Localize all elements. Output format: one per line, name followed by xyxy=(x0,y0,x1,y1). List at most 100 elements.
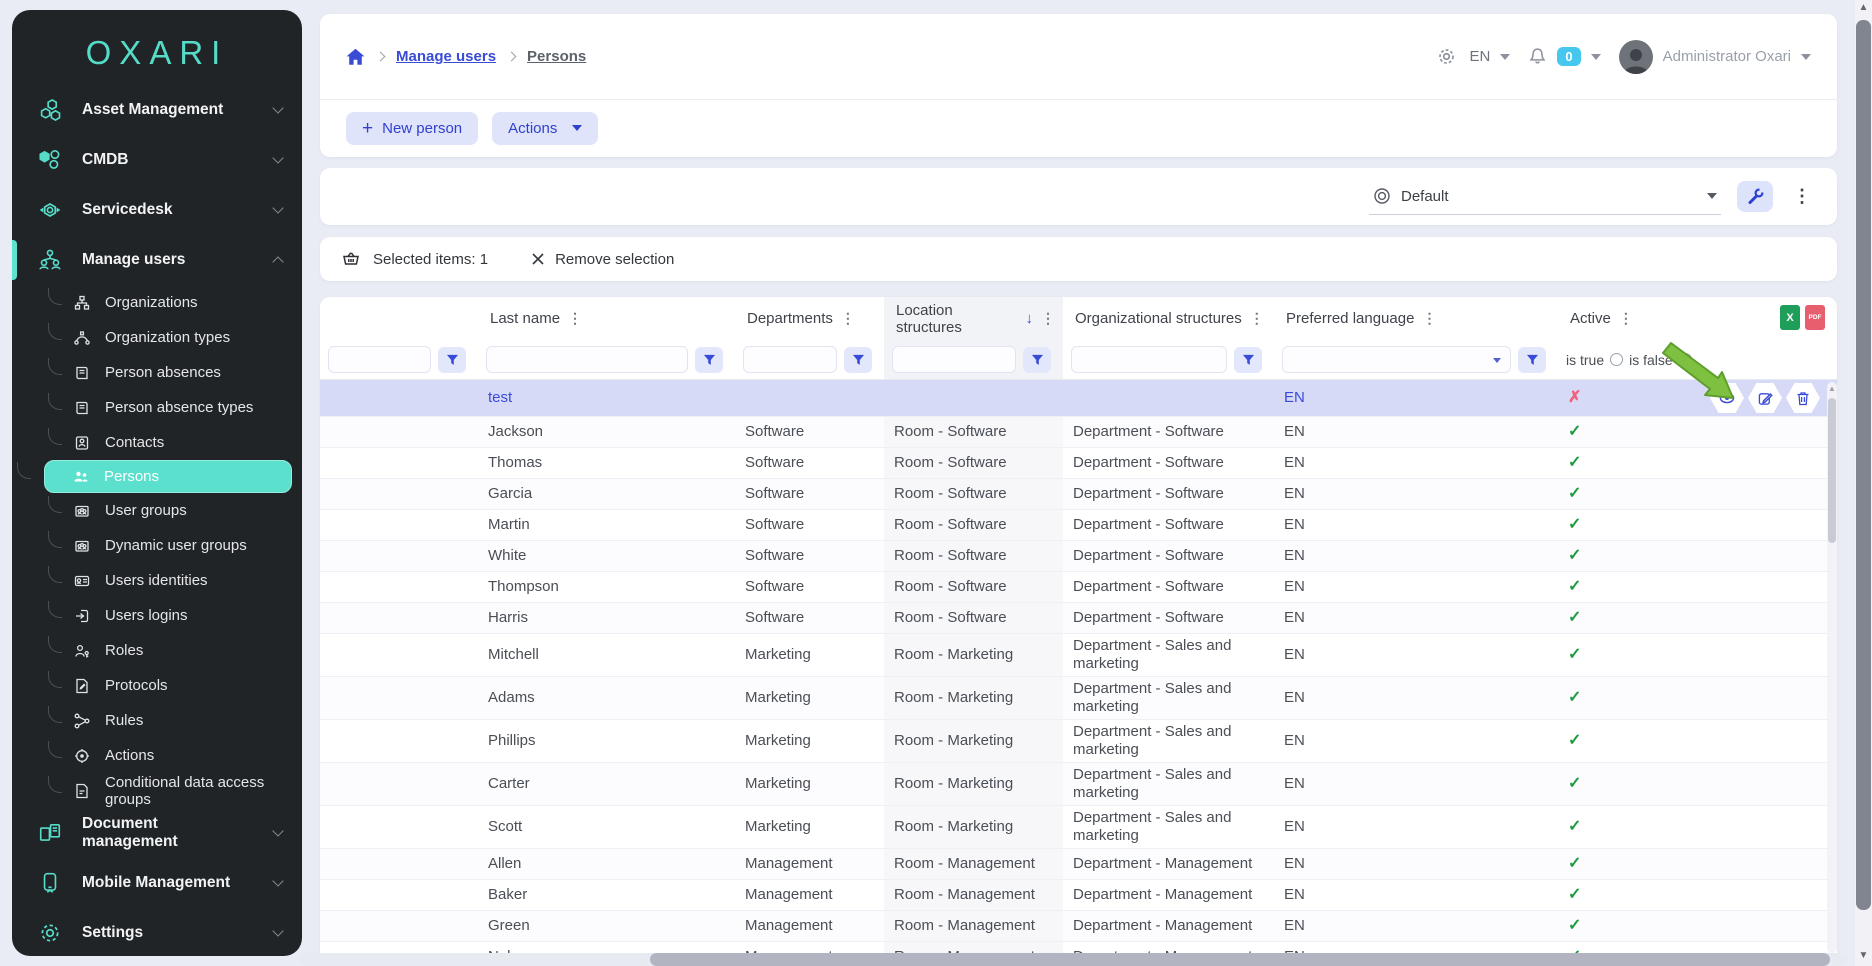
sidebar-item-users-identities[interactable]: Users identities xyxy=(12,563,302,598)
column-menu-button[interactable]: ⋮ xyxy=(568,310,582,327)
sidebar-item-cmdb[interactable]: CMDB xyxy=(12,135,302,185)
avatar[interactable] xyxy=(1619,40,1653,74)
table-row[interactable]: Phillips Marketing Room - Marketing Depa… xyxy=(320,720,1837,763)
column-menu-button[interactable]: ⋮ xyxy=(841,310,855,327)
scroll-up-arrow[interactable]: ▲ xyxy=(1855,0,1872,16)
table-vertical-scrollbar[interactable]: ▲ xyxy=(1827,382,1837,953)
table-row[interactable]: Adams Marketing Room - Marketing Departm… xyxy=(320,677,1837,720)
breadcrumb-current-persons[interactable]: Persons xyxy=(527,48,586,65)
caret-down-icon[interactable] xyxy=(1591,54,1601,60)
last-name-filter-input[interactable] xyxy=(486,346,688,373)
column-header-active[interactable]: Active ⋮ xyxy=(1558,297,1700,340)
table-row[interactable]: Baker Management Room - Management Depar… xyxy=(320,880,1837,911)
table-row[interactable]: Nelson Management Room - Management Depa… xyxy=(320,942,1837,953)
sidebar-item-document-management[interactable]: Document management xyxy=(12,808,302,858)
filter-funnel-button[interactable] xyxy=(695,347,723,373)
bell-icon[interactable] xyxy=(1528,47,1547,66)
scrollbar-thumb[interactable] xyxy=(1828,398,1836,543)
is-true-radio[interactable] xyxy=(1610,353,1623,366)
column-header-departments[interactable]: Departments ⋮ xyxy=(735,297,884,340)
sidebar-item-protocols[interactable]: Protocols xyxy=(12,668,302,703)
table-row[interactable]: Garcia Software Room - Software Departme… xyxy=(320,479,1837,510)
actions-button[interactable]: Actions xyxy=(492,112,598,145)
table-row[interactable]: Jackson Software Room - Software Departm… xyxy=(320,417,1837,448)
table-row[interactable]: White Software Room - Software Departmen… xyxy=(320,541,1837,572)
export-pdf-button[interactable]: PDF xyxy=(1805,305,1825,330)
view-button[interactable] xyxy=(1710,383,1744,413)
sidebar-item-roles[interactable]: Roles xyxy=(12,633,302,668)
notification-badge[interactable]: 0 xyxy=(1557,47,1580,66)
export-excel-button[interactable]: X xyxy=(1780,305,1800,330)
caret-down-icon[interactable] xyxy=(1500,54,1510,60)
page-vertical-scrollbar[interactable]: ▲ ▼ xyxy=(1855,0,1872,966)
sidebar-item-label: Users logins xyxy=(105,607,188,624)
configure-view-button[interactable] xyxy=(1737,181,1773,212)
sidebar-item-contacts[interactable]: Contacts xyxy=(12,425,302,460)
scrollbar-thumb[interactable] xyxy=(1856,20,1871,910)
table-row[interactable]: Green Management Room - Management Depar… xyxy=(320,911,1837,942)
location-structures-filter-input[interactable] xyxy=(892,346,1016,373)
caret-down-icon[interactable] xyxy=(1801,54,1811,60)
departments-filter-input[interactable] xyxy=(743,346,837,373)
filter-funnel-button[interactable] xyxy=(438,347,466,373)
sidebar-item-actions[interactable]: Actions xyxy=(12,738,302,773)
table-row[interactable]: Mitchell Marketing Room - Marketing Depa… xyxy=(320,634,1837,677)
filter-funnel-button[interactable] xyxy=(1518,347,1546,373)
organizational-structures-filter-input[interactable] xyxy=(1071,346,1227,373)
sidebar-item-rules[interactable]: Rules xyxy=(12,703,302,738)
column-menu-button[interactable]: ⋮ xyxy=(1041,310,1055,327)
sidebar-item-persons[interactable]: Persons xyxy=(44,460,292,493)
delete-button[interactable] xyxy=(1786,383,1820,413)
sidebar-item-organization-types[interactable]: Organization types xyxy=(12,320,302,355)
scroll-down-arrow[interactable]: ▼ xyxy=(1855,948,1872,964)
remove-selection-button[interactable]: Remove selection xyxy=(531,251,674,268)
is-false-radio[interactable] xyxy=(1679,353,1692,366)
filter-funnel-button[interactable] xyxy=(844,347,872,373)
sidebar-item-settings[interactable]: Settings xyxy=(12,908,302,956)
column-menu-button[interactable]: ⋮ xyxy=(1250,310,1264,327)
user-menu[interactable]: Administrator Oxari xyxy=(1663,48,1791,65)
column-header-organizational-structures[interactable]: Organizational structures ⋮ xyxy=(1063,297,1274,340)
table-row[interactable]: Allen Management Room - Management Depar… xyxy=(320,849,1837,880)
sidebar-item-asset-management[interactable]: Asset Management xyxy=(12,85,302,135)
active-check-icon: ✓ xyxy=(1568,886,1581,904)
sidebar-item-servicedesk[interactable]: Servicedesk xyxy=(12,185,302,235)
table-row[interactable]: test EN ✗ xyxy=(320,380,1837,417)
preferred-language-filter-select[interactable] xyxy=(1282,346,1511,373)
sidebar-item-dynamic-user-groups[interactable]: Dynamic user groups xyxy=(12,528,302,563)
sidebar-item-person-absence-types[interactable]: Person absence types xyxy=(12,390,302,425)
oxari-logo[interactable]: OXARI xyxy=(12,10,302,85)
sidebar-item-person-absences[interactable]: Person absences xyxy=(12,355,302,390)
filter-funnel-button[interactable] xyxy=(1234,347,1262,373)
scroll-up-arrow[interactable]: ▲ xyxy=(1827,382,1837,396)
sidebar-item-user-groups[interactable]: User groups xyxy=(12,493,302,528)
sidebar-item-manage-users[interactable]: Manage users xyxy=(12,235,302,285)
scrollbar-thumb[interactable] xyxy=(650,953,1830,966)
gear-icon[interactable] xyxy=(1437,47,1456,66)
table-row[interactable]: Thomas Software Room - Software Departme… xyxy=(320,448,1837,479)
selection-filter-input[interactable] xyxy=(328,346,431,373)
column-header-preferred-language[interactable]: Preferred language ⋮ xyxy=(1274,297,1558,340)
column-menu-button[interactable]: ⋮ xyxy=(1619,310,1633,327)
edit-button[interactable] xyxy=(1748,383,1782,413)
view-selector-dropdown[interactable]: Default xyxy=(1369,179,1721,215)
table-row[interactable]: Thompson Software Room - Software Depart… xyxy=(320,572,1837,603)
sidebar-item-organizations[interactable]: Organizations xyxy=(12,285,302,320)
sidebar-item-conditional-data-access-groups[interactable]: Conditional data access groups xyxy=(12,773,302,808)
language-selector[interactable]: EN xyxy=(1470,48,1491,65)
table-row[interactable]: Harris Software Room - Software Departme… xyxy=(320,603,1837,634)
new-person-button[interactable]: + New person xyxy=(346,112,478,145)
sidebar-item-mobile-management[interactable]: Mobile Management xyxy=(12,858,302,908)
sidebar-item-users-logins[interactable]: Users logins xyxy=(12,598,302,633)
more-options-button[interactable]: ⋮ xyxy=(1789,186,1815,207)
breadcrumb-link-manage-users[interactable]: Manage users xyxy=(396,48,496,65)
horizontal-scrollbar[interactable] xyxy=(300,953,1848,966)
column-menu-button[interactable]: ⋮ xyxy=(1422,310,1436,327)
home-icon[interactable] xyxy=(346,48,365,66)
table-row[interactable]: Carter Marketing Room - Marketing Depart… xyxy=(320,763,1837,806)
column-header-last-name[interactable]: Last name ⋮ xyxy=(478,297,735,340)
table-row[interactable]: Scott Marketing Room - Marketing Departm… xyxy=(320,806,1837,849)
column-header-location-structures[interactable]: Location structures ↓ ⋮ xyxy=(884,297,1063,340)
table-row[interactable]: Martin Software Room - Software Departme… xyxy=(320,510,1837,541)
filter-funnel-button[interactable] xyxy=(1023,347,1051,373)
